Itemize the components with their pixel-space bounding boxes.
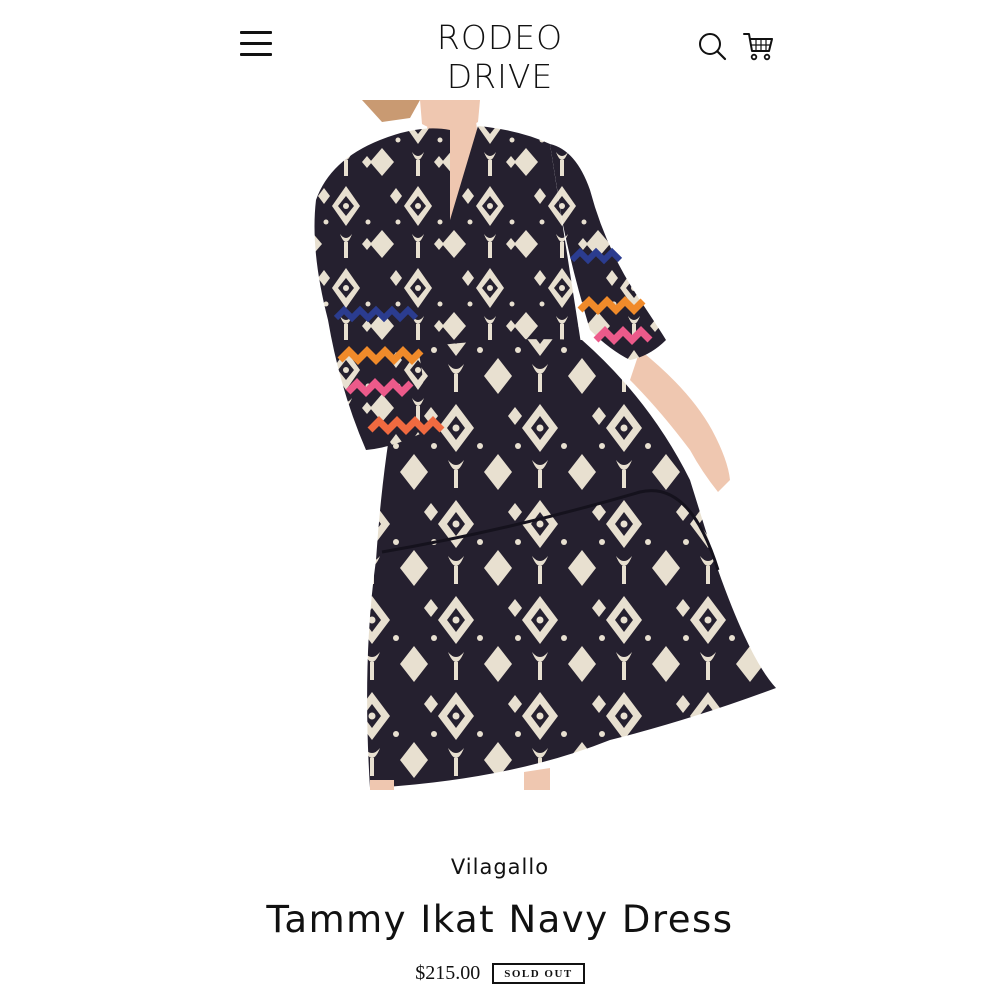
- product-image[interactable]: [310, 100, 790, 790]
- search-icon: [699, 33, 727, 61]
- search-button[interactable]: [696, 30, 728, 62]
- cart-button[interactable]: [742, 30, 776, 62]
- shopping-cart-icon: [743, 33, 773, 61]
- price-row: $215.00 SOLD OUT: [0, 962, 1000, 985]
- store-logo[interactable]: RODEO DRIVE: [380, 18, 620, 96]
- hamburger-menu-icon: [236, 27, 276, 61]
- site-header: RODEO DRIVE: [0, 0, 1000, 96]
- product-title: Tammy Ikat Navy Dress: [266, 898, 734, 941]
- dress-photo: [310, 100, 790, 790]
- product-vendor[interactable]: Vilagallo: [0, 855, 1000, 879]
- hamburger-menu-button[interactable]: [236, 27, 276, 61]
- sold-out-badge: SOLD OUT: [492, 963, 585, 984]
- product-price: $215.00: [415, 962, 481, 984]
